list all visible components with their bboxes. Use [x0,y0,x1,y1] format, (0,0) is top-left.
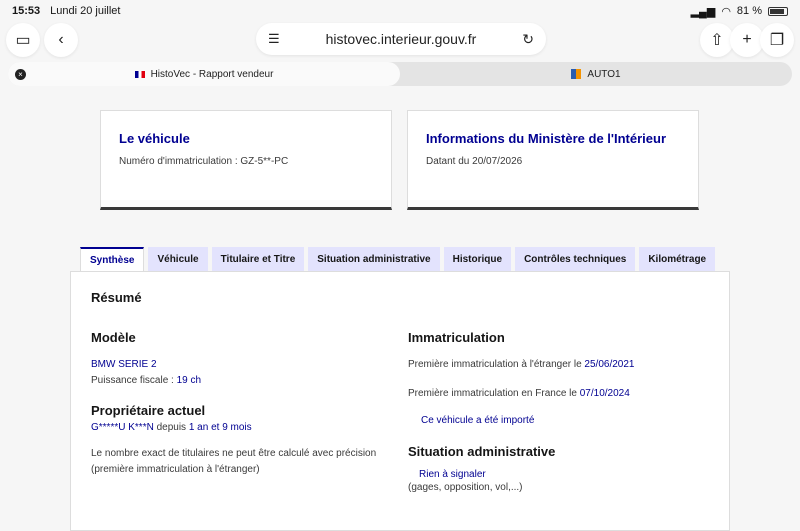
foreign-registration: Première immatriculation à l'étranger le… [408,357,718,373]
browser-tab-auto1[interactable]: AUTO1 [400,62,792,86]
foreign-registration-label: Première immatriculation à l'étranger le [408,359,585,370]
model-heading: Modèle [91,330,136,345]
model-name: BMW SERIE 2 [91,359,157,370]
admin-status-detail: (gages, opposition, vol,...) [408,482,523,493]
summary-title: Résumé [91,290,142,305]
tab-vehicule[interactable]: Véhicule [148,247,208,271]
battery-percent: 81 % [736,5,762,17]
owner-since-label: depuis [153,422,189,433]
browser-tab-label: HistoVec - Rapport vendeur [150,68,274,80]
ministry-card-title: Informations du Ministère de l'Intérieur [426,131,667,146]
report-tabs: Synthèse Véhicule Titulaire et Titre Sit… [80,247,716,271]
back-button[interactable]: ‹ [44,23,78,57]
browser-tab-label: AUTO1 [587,68,621,80]
sidebar-icon[interactable]: ▭ [6,23,40,57]
browser-tab-histovec[interactable]: × HistoVec - Rapport vendeur [8,62,400,86]
french-flag-icon [134,70,145,78]
fiscal-power-value: 19 ch [176,375,202,386]
registration-heading: Immatriculation [408,330,505,345]
battery-icon [768,6,788,16]
imported-link[interactable]: Ce véhicule a été importé [421,415,718,426]
vehicle-card-title: Le véhicule [119,131,190,146]
signal-icon: ▂▄▆ [690,5,716,18]
ministry-date: Datant du 20/07/2026 [426,156,523,167]
tab-synthese[interactable]: Synthèse [80,247,145,271]
wifi-icon: ◠ [721,5,731,18]
url-text: histovec.interieur.gouv.fr [325,31,477,47]
status-indicators: ▂▄▆ ◠ 81 % [691,5,788,18]
left-column: Modèle BMW SERIE 2 Puissance fiscale : 1… [91,330,401,478]
tab-titulaire[interactable]: Titulaire et Titre [211,247,305,271]
tab-kilometrage[interactable]: Kilométrage [639,247,716,271]
status-time: 15:53 [12,5,41,17]
status-date: Lundi 20 juillet [50,5,121,17]
reload-icon[interactable]: ↻ [522,31,534,48]
france-registration-label: Première immatriculation en France le [408,388,580,399]
ministry-card: Informations du Ministère de l'Intérieur… [407,110,699,210]
owner-duration: 1 an et 9 mois [188,422,252,433]
fiscal-power: Puissance fiscale : 19 ch [91,373,401,389]
tab-situation-administrative[interactable]: Situation administrative [308,247,440,271]
admin-status-heading: Situation administrative [408,444,556,459]
close-tab-icon[interactable]: × [15,68,26,80]
share-icon[interactable]: ⇧ [700,23,734,57]
registration-number: Numéro d'immatriculation : GZ-5**-PC [119,156,289,167]
france-registration: Première immatriculation en France le 07… [408,386,718,402]
browser-tabs: × HistoVec - Rapport vendeur AUTO1 [8,62,792,86]
foreign-registration-date: 25/06/2021 [584,359,635,370]
new-tab-icon[interactable]: + [730,23,764,57]
france-registration-date: 07/10/2024 [579,388,630,399]
owner-info: G*****U K***N depuis 1 an et 9 mois [91,420,401,436]
tab-historique[interactable]: Historique [443,247,512,271]
page-menu-icon[interactable]: ☰ [268,31,280,47]
owner-heading: Propriétaire actuel [91,403,206,418]
owner-note-line-1: Le nombre exact de titulaires ne peut êt… [91,448,377,459]
page-content: Le véhicule Numéro d'immatriculation : G… [0,90,800,531]
auto1-favicon-icon [571,69,582,79]
summary-panel: Résumé Modèle BMW SERIE 2 Puissance fisc… [70,271,730,531]
address-bar[interactable]: ☰ histovec.interieur.gouv.fr ↻ [256,23,546,55]
status-bar: 15:53 Lundi 20 juillet ▂▄▆ ◠ 81 % [0,0,800,22]
owner-note-line-2: (première immatriculation à l'étranger) [91,464,260,475]
admin-status-link[interactable]: Rien à signaler [419,469,718,480]
owner-name: G*****U K***N [91,422,154,433]
tabs-overview-icon[interactable]: ❐ [760,23,794,57]
browser-toolbar: ▭ ‹ ☰ histovec.interieur.gouv.fr ↻ ⇧ + ❐ [0,20,800,60]
tab-controles-techniques[interactable]: Contrôles techniques [515,247,636,271]
right-column: Immatriculation Première immatriculation… [408,330,718,496]
vehicle-card: Le véhicule Numéro d'immatriculation : G… [100,110,392,210]
fiscal-power-label: Puissance fiscale : [91,375,177,386]
